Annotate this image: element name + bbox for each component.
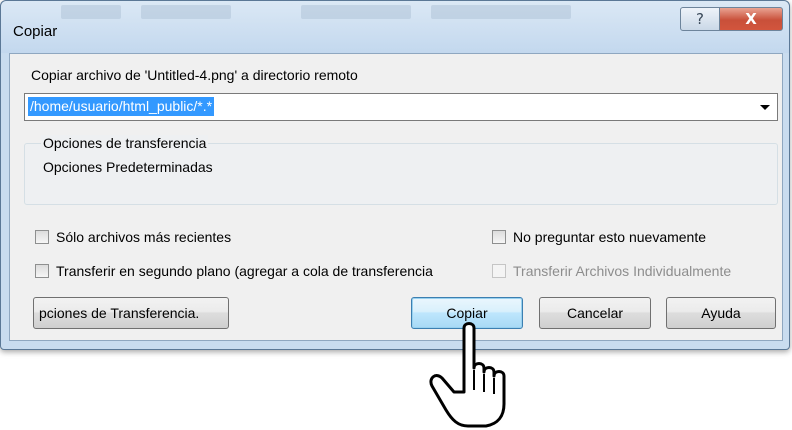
remote-path-value[interactable]: /home/usuario/html_public/*.* [28,97,215,116]
copy-button-label: Copiar [446,305,488,321]
background-transfer-label: Transferir en segundo plano (agregar a c… [56,263,433,279]
dont-ask-again-checkbox[interactable]: No preguntar esto nuevamente [492,229,706,245]
transfer-options-heading: Opciones de transferencia [41,135,209,151]
background-blur [61,5,121,19]
help-titlebar-button[interactable]: ? [680,7,720,31]
background-blur [301,5,411,19]
title-bar[interactable]: Copiar ? X [1,1,789,53]
help-button[interactable]: Ayuda [666,297,776,329]
transfer-individually-label: Transferir Archivos Individualmente [513,263,732,279]
copy-prompt-label: Copiar archivo de 'Untitled-4.png' a dir… [31,67,358,83]
window-title: Copiar [13,23,58,40]
checkbox-box[interactable] [35,230,49,244]
background-blur [431,5,571,19]
transfer-options-value: Opciones Predeterminadas [43,159,213,175]
close-button[interactable]: X [719,7,783,31]
checkbox-box[interactable] [35,264,49,278]
question-icon: ? [696,10,704,28]
checkbox-box[interactable] [492,230,506,244]
newer-only-checkbox[interactable]: Sólo archivos más recientes [35,229,231,245]
transfer-individually-checkbox: Transferir Archivos Individualmente [492,263,731,279]
background-transfer-checkbox[interactable]: Transferir en segundo plano (agregar a c… [35,263,433,279]
cancel-button-label: Cancelar [566,305,624,321]
chevron-down-icon[interactable] [760,105,770,110]
transfer-options-button[interactable]: pciones de Transferencia. [33,297,229,329]
newer-only-label: Sólo archivos más recientes [56,229,232,245]
checkbox-box [492,264,506,278]
close-icon: X [745,10,757,28]
copy-dialog-window: Copiar ? X Copiar archivo de 'Untitled-4… [0,0,790,350]
background-blur [141,5,231,19]
help-button-label: Ayuda [701,305,741,321]
dont-ask-again-label: No preguntar esto nuevamente [513,229,707,245]
cancel-button[interactable]: Cancelar [539,297,651,329]
transfer-options-button-label: pciones de Transferencia. [39,305,200,321]
remote-path-combobox[interactable]: /home/usuario/html_public/*.* [24,93,778,121]
hand-pointer-icon [429,322,506,428]
